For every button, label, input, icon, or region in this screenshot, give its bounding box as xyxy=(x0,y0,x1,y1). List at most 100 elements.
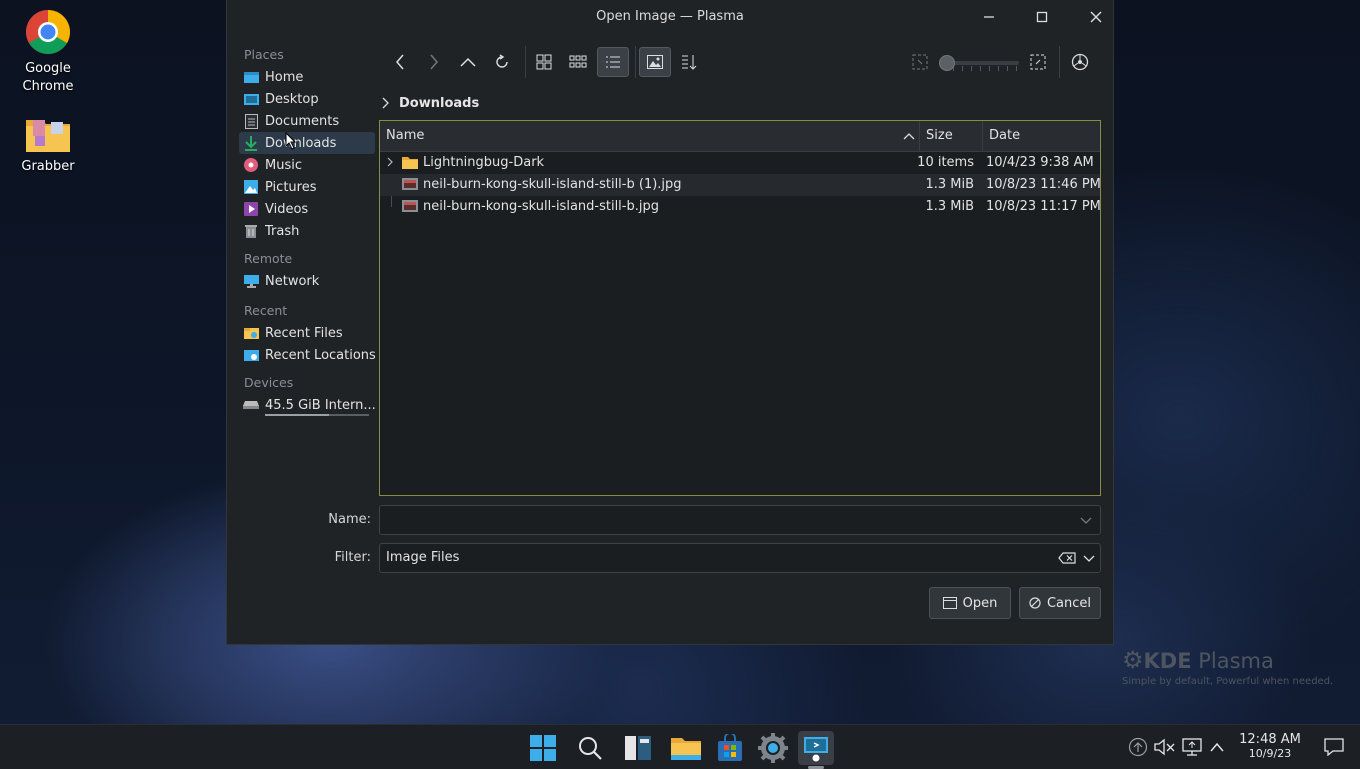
desktop-icon xyxy=(243,91,259,107)
column-header-size[interactable]: Size xyxy=(920,121,982,151)
file-row-image[interactable]: neil-burn-kong-skull-island-still-b (1).… xyxy=(380,174,1101,196)
options-button[interactable] xyxy=(1065,47,1095,77)
cancel-icon xyxy=(1029,597,1041,609)
zoom-out-button[interactable] xyxy=(905,47,935,77)
dialog-titlebar[interactable]: Open Image — Plasma xyxy=(227,0,1113,36)
file-list[interactable]: Name Size Date Lightningbug-Dark 10 item… xyxy=(379,120,1101,496)
sidebar-item-internal-drive[interactable]: 45.5 GiB Intern... xyxy=(239,394,375,416)
back-button[interactable] xyxy=(385,47,415,77)
breadcrumb[interactable]: Downloads xyxy=(381,92,479,114)
file-manager-icon xyxy=(671,738,701,760)
sidebar-item-desktop[interactable]: Desktop xyxy=(239,88,375,110)
sidebar-item-trash[interactable]: Trash xyxy=(239,220,375,242)
system-tray xyxy=(1128,725,1224,769)
forward-button[interactable] xyxy=(419,47,449,77)
sidebar-item-documents[interactable]: Documents xyxy=(239,110,375,132)
preview-toggle-button[interactable] xyxy=(639,47,671,77)
expand-arrow-icon[interactable] xyxy=(386,156,394,168)
sidebar-item-home[interactable]: Home xyxy=(239,66,375,88)
zoom-slider-handle[interactable] xyxy=(939,55,955,71)
desktop-icon-grabber[interactable]: Grabber xyxy=(3,114,93,176)
volume-muted-icon[interactable] xyxy=(1154,738,1176,756)
column-header-date[interactable]: Date xyxy=(983,121,1100,151)
task-view-icon xyxy=(625,736,651,760)
places-sidebar: Places Home Desktop Documents Downloads … xyxy=(239,44,375,416)
file-name: neil-burn-kong-skull-island-still-b.jpg xyxy=(423,199,659,214)
icons-view-button[interactable] xyxy=(529,47,559,77)
settings-button[interactable] xyxy=(756,731,790,765)
minimize-button[interactable] xyxy=(975,4,1003,30)
task-view-button[interactable] xyxy=(621,731,655,765)
start-button[interactable] xyxy=(526,731,560,765)
clock-date: 10/9/23 xyxy=(1248,747,1292,760)
sidebar-item-label: Desktop xyxy=(265,91,319,107)
sidebar-item-pictures[interactable]: Pictures xyxy=(239,176,375,198)
desktop-icon-label: Google xyxy=(25,61,71,76)
chevron-down-icon[interactable] xyxy=(1083,555,1095,563)
compact-view-button[interactable] xyxy=(563,47,593,77)
cancel-button[interactable]: Cancel xyxy=(1019,587,1101,619)
file-manager-button[interactable] xyxy=(669,731,703,765)
breadcrumb-current[interactable]: Downloads xyxy=(399,96,479,111)
home-icon xyxy=(243,69,259,85)
column-header-label: Name xyxy=(386,128,425,143)
display-network-icon[interactable] xyxy=(1182,738,1202,756)
sidebar-item-music[interactable]: Music xyxy=(239,154,375,176)
desktop-icon-google-chrome[interactable]: Google Chrome xyxy=(3,8,93,96)
file-date: 10/8/23 11:46 PM xyxy=(986,177,1101,192)
clock[interactable]: 12:48 AM 10/9/23 xyxy=(1232,733,1308,761)
filter-combo[interactable]: Image Files xyxy=(379,543,1101,573)
notifications-button[interactable] xyxy=(1324,725,1344,769)
open-button-label: Open xyxy=(962,595,998,611)
settings-options-icon xyxy=(1071,53,1089,71)
start-icon xyxy=(530,735,556,761)
maximize-button[interactable] xyxy=(1028,4,1056,30)
trash-icon xyxy=(243,223,259,239)
toolbar-separator xyxy=(1059,46,1060,78)
zoom-out-icon xyxy=(912,54,928,70)
parent-folder-button[interactable] xyxy=(453,47,483,77)
sort-button[interactable] xyxy=(674,47,704,77)
open-button[interactable]: Open xyxy=(929,587,1011,619)
details-view-button[interactable] xyxy=(597,47,629,77)
sidebar-item-label: Recent Files xyxy=(265,325,343,341)
sidebar-item-network[interactable]: Network xyxy=(239,270,375,292)
close-icon xyxy=(1090,11,1102,23)
sidebar-item-recent-files[interactable]: Recent Files xyxy=(239,322,375,344)
folder-icon xyxy=(402,157,418,169)
chevron-up-icon[interactable] xyxy=(1210,742,1224,752)
sidebar-item-downloads[interactable]: Downloads xyxy=(239,132,375,154)
spectacle-icon xyxy=(804,737,828,762)
file-size: 10 items xyxy=(917,155,974,170)
chevron-down-icon[interactable] xyxy=(1080,517,1092,525)
recent-files-icon xyxy=(243,325,259,341)
store-button[interactable] xyxy=(713,731,747,765)
column-header-name[interactable]: Name xyxy=(380,121,919,151)
zoom-in-button[interactable] xyxy=(1023,47,1053,77)
list-icon xyxy=(606,56,620,68)
name-combo[interactable] xyxy=(379,505,1101,535)
file-size: 1.3 MiB xyxy=(925,177,974,192)
grid-large-icon xyxy=(536,54,552,70)
file-row-image[interactable]: neil-burn-kong-skull-island-still-b.jpg … xyxy=(380,196,1101,218)
videos-icon xyxy=(243,201,259,217)
file-row-folder[interactable]: Lightningbug-Dark 10 items 10/4/23 9:38 … xyxy=(380,152,1100,174)
sidebar-item-videos[interactable]: Videos xyxy=(239,198,375,220)
reload-button[interactable] xyxy=(487,47,517,77)
sidebar-item-recent-locations[interactable]: Recent Locations xyxy=(239,344,375,366)
clear-text-icon[interactable] xyxy=(1058,552,1076,564)
cancel-button-label: Cancel xyxy=(1046,595,1092,611)
sidebar-item-label: Documents xyxy=(265,113,340,129)
desktop-icon-label: Chrome xyxy=(22,79,74,94)
sidebar-item-label: Recent Locations xyxy=(265,347,375,363)
zoom-slider[interactable] xyxy=(939,54,1019,72)
name-label: Name: xyxy=(328,512,371,527)
close-button[interactable] xyxy=(1082,4,1110,30)
sidebar-section-devices: Devices xyxy=(244,375,294,390)
search-button[interactable] xyxy=(573,731,607,765)
spectacle-button[interactable] xyxy=(798,731,834,765)
folder-icon xyxy=(24,114,72,154)
arrow-up-circle-icon[interactable] xyxy=(1128,737,1148,757)
filter-input[interactable]: Image Files xyxy=(386,550,459,565)
grid-small-icon xyxy=(569,55,587,68)
